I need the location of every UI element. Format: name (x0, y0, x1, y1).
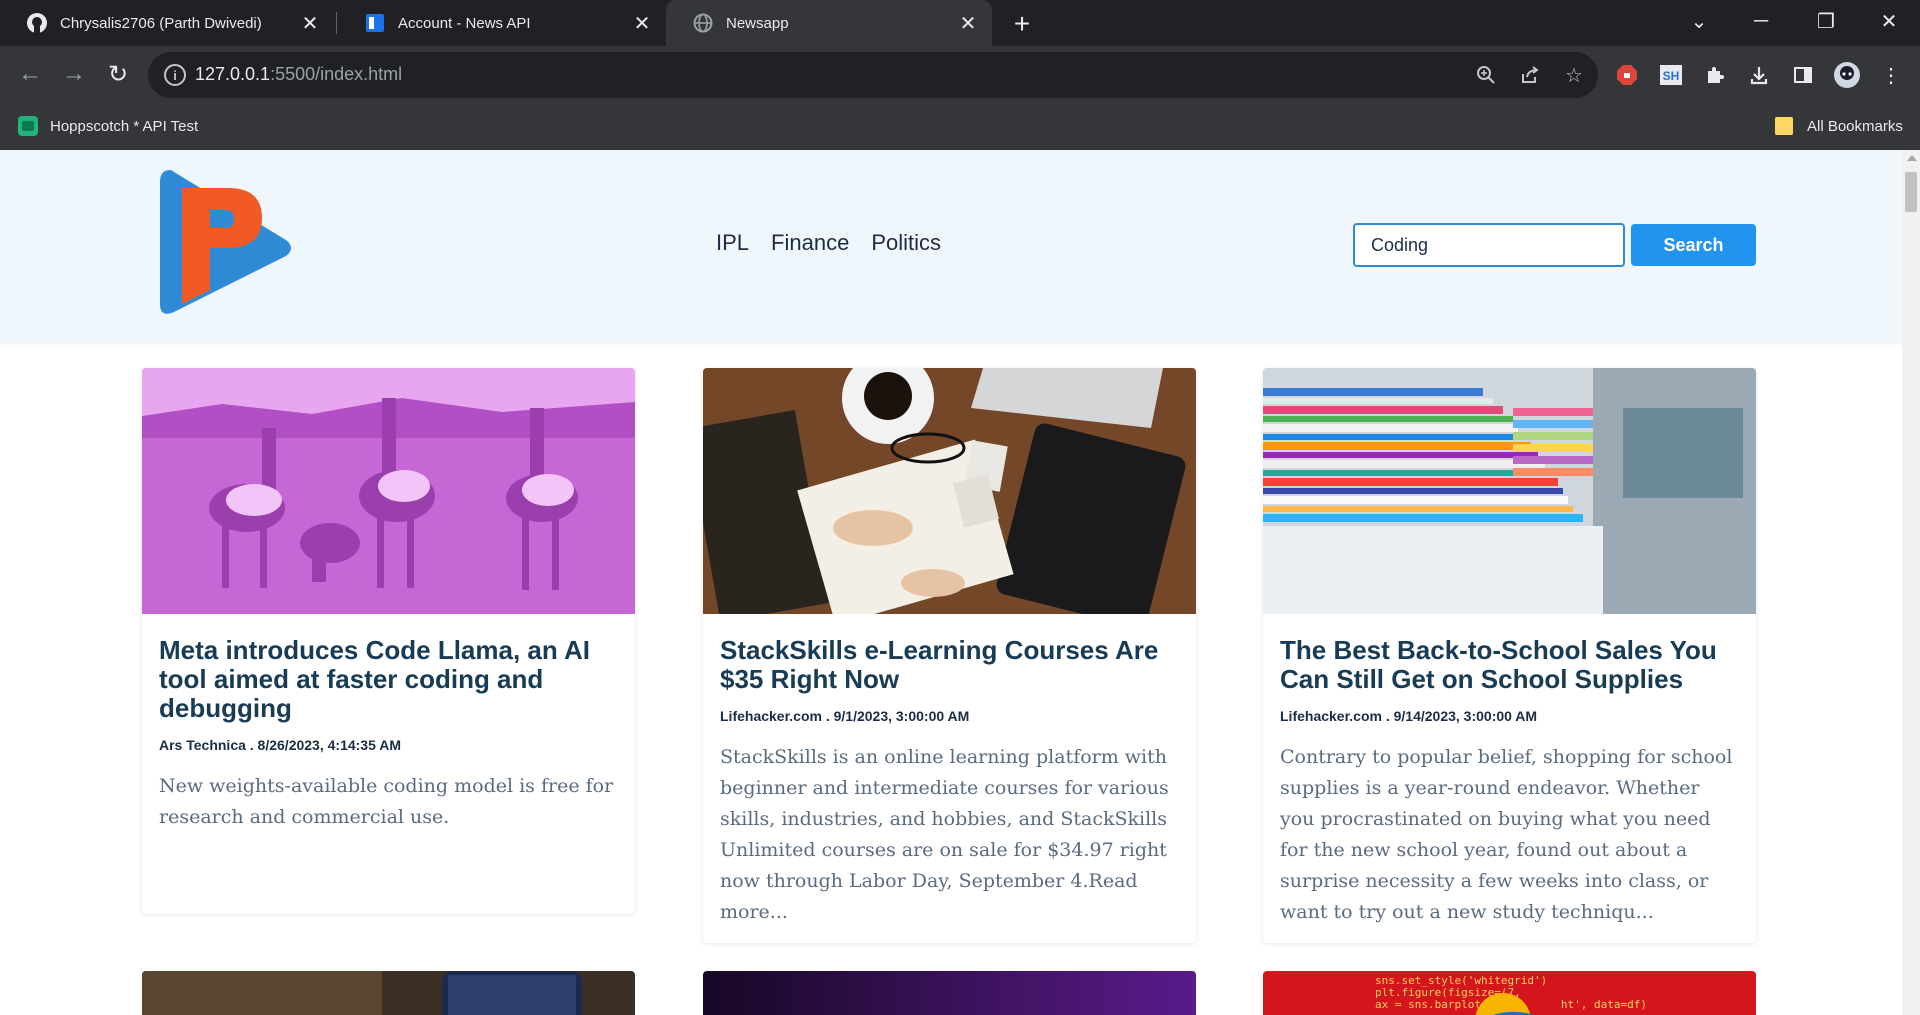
scroll-up-arrow-icon[interactable] (1907, 155, 1917, 161)
article-source-date: Ars Technica . 8/26/2023, 4:14:35 AM (159, 737, 402, 753)
news-card-partial[interactable] (703, 971, 1196, 1015)
article-source-date: Lifehacker.com . 9/1/2023, 3:00:00 AM (720, 708, 970, 724)
article-description: New weights-available coding model is fr… (159, 775, 614, 828)
article-image (1263, 368, 1756, 614)
browser-tab-strip: Chrysalis2706 (Parth Dwivedi) ✕ Account … (0, 0, 1920, 46)
all-bookmarks-button[interactable]: All Bookmarks (1775, 114, 1903, 138)
sh-extension-icon[interactable]: SH (1656, 60, 1686, 90)
search-input[interactable] (1353, 223, 1625, 267)
tab-search-chevron-icon[interactable]: ⌄ (1668, 0, 1730, 42)
news-card-partial[interactable]: sns.set_style('whitegrid') plt.figure(fi… (1263, 971, 1756, 1015)
browser-menu-icon[interactable]: ⋮ (1876, 60, 1906, 90)
address-url[interactable]: 127.0.0.1:5500/index.html (195, 64, 402, 85)
bookmark-star-icon[interactable]: ☆ (1560, 61, 1588, 89)
nav-link-politics[interactable]: Politics (871, 230, 941, 256)
bookmark-label: All Bookmarks (1807, 117, 1903, 135)
page-viewport: IPL Finance Politics Search (0, 150, 1902, 1015)
close-icon[interactable]: ✕ (954, 9, 982, 37)
hoppscotch-icon (18, 116, 38, 136)
card-body: Meta introduces Code Llama, an AI tool a… (142, 614, 635, 851)
github-icon (26, 12, 48, 34)
adblock-extension-icon[interactable] (1612, 60, 1642, 90)
extensions-puzzle-icon[interactable] (1700, 60, 1730, 90)
reload-button[interactable]: ↻ (100, 56, 136, 92)
nav-link-finance[interactable]: Finance (771, 230, 849, 256)
tab-title: Account - News API (398, 14, 531, 32)
tab-separator (336, 12, 337, 34)
page-scrollbar[interactable] (1902, 150, 1920, 1015)
svg-text:SH: SH (1663, 69, 1680, 83)
close-icon[interactable]: ✕ (296, 9, 324, 37)
python-logo-icon (1475, 993, 1534, 1015)
site-header: IPL Finance Politics Search (0, 150, 1902, 342)
share-icon[interactable] (1516, 61, 1544, 89)
zoom-icon[interactable] (1472, 61, 1500, 89)
url-host: 127.0.0.1 (195, 64, 271, 84)
search-button[interactable]: Search (1631, 224, 1756, 266)
article-description: StackSkills is an online learning platfo… (720, 746, 1169, 923)
article-image (703, 368, 1196, 614)
site-logo-icon[interactable] (156, 166, 298, 318)
globe-icon (692, 12, 714, 34)
bookmark-label: Hoppscotch * API Test (50, 117, 199, 135)
new-tab-button[interactable]: + (1006, 8, 1038, 40)
news-card[interactable]: Meta introduces Code Llama, an AI tool a… (142, 368, 635, 914)
scroll-thumb[interactable] (1905, 172, 1917, 212)
tab-title: Chrysalis2706 (Parth Dwivedi) (60, 14, 262, 32)
code-fragment: ht', data=df) (1560, 998, 1647, 1011)
folder-icon (1775, 117, 1793, 135)
minimize-button[interactable]: ─ (1730, 0, 1792, 42)
article-title[interactable]: StackSkills e-Learning Courses Are $35 R… (720, 636, 1179, 694)
back-button[interactable]: ← (12, 56, 48, 92)
tab-github[interactable]: Chrysalis2706 (Parth Dwivedi) ✕ (0, 0, 334, 46)
main-nav: IPL Finance Politics (716, 230, 941, 256)
card-body: StackSkills e-Learning Courses Are $35 R… (703, 614, 1196, 943)
newsapi-icon (364, 12, 386, 34)
nav-link-ipl[interactable]: IPL (716, 230, 749, 256)
restore-button[interactable]: ❐ (1795, 0, 1857, 42)
article-title[interactable]: The Best Back-to-School Sales You Can St… (1280, 636, 1739, 694)
window-close-button[interactable]: ✕ (1858, 0, 1920, 42)
article-description: Contrary to popular belief, shopping for… (1280, 746, 1733, 923)
bookmark-hoppscotch[interactable]: Hoppscotch * API Test (18, 114, 198, 138)
profile-avatar[interactable] (1832, 60, 1862, 90)
url-path: :5500/index.html (270, 64, 403, 84)
tab-title: Newsapp (726, 14, 789, 32)
card-body: The Best Back-to-School Sales You Can St… (1263, 614, 1756, 943)
tab-newsapp[interactable]: Newsapp ✕ (666, 0, 992, 46)
tab-newsapi-account[interactable]: Account - News API ✕ (338, 0, 666, 46)
article-source-date: Lifehacker.com . 9/14/2023, 3:00:00 AM (1280, 708, 1538, 724)
side-panel-icon[interactable] (1788, 60, 1818, 90)
article-title[interactable]: Meta introduces Code Llama, an AI tool a… (159, 636, 618, 723)
info-icon[interactable]: i (164, 64, 186, 86)
download-icon[interactable] (1744, 60, 1774, 90)
forward-button[interactable]: → (56, 56, 92, 92)
close-icon[interactable]: ✕ (628, 9, 656, 37)
news-card-partial[interactable] (142, 971, 635, 1015)
news-card[interactable]: The Best Back-to-School Sales You Can St… (1263, 368, 1756, 943)
news-card[interactable]: StackSkills e-Learning Courses Are $35 R… (703, 368, 1196, 943)
article-image (142, 368, 635, 614)
